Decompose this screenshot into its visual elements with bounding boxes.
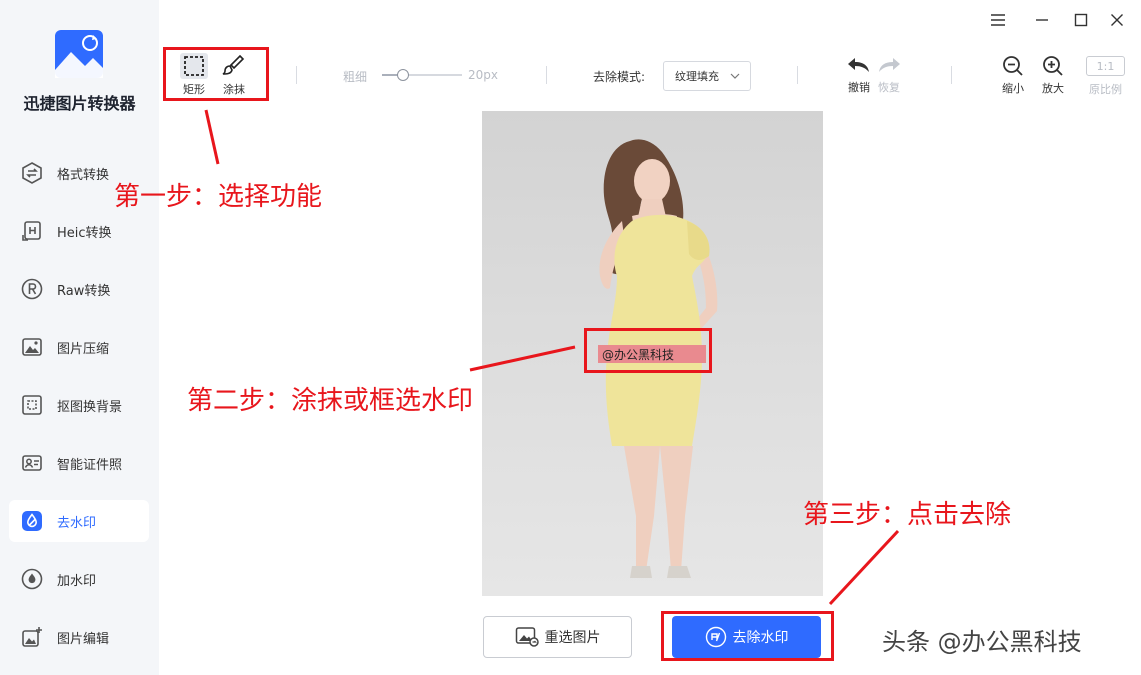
raw-icon: [19, 276, 45, 302]
removal-mode-label: 去除模式:: [593, 70, 646, 84]
ratio-icon: 1:1: [1086, 56, 1125, 76]
sidebar-item-label: 抠图换背景: [57, 399, 123, 415]
cutout-icon: [19, 392, 45, 418]
annotation-box-watermark: [584, 328, 712, 373]
remove-label: 去除水印: [732, 630, 789, 646]
original-ratio-button[interactable]: 1:1 原比例: [1086, 56, 1125, 97]
redo-icon: [879, 58, 900, 72]
annotation-box-tools: [163, 47, 269, 101]
maximize-button[interactable]: [1068, 8, 1094, 32]
source-watermark: 头条 @办公黑科技: [882, 628, 1082, 656]
add-watermark-icon: [19, 566, 45, 592]
menu-icon[interactable]: [985, 8, 1011, 32]
id-photo-icon: [19, 450, 45, 476]
redo-button[interactable]: 恢复: [876, 55, 902, 95]
sidebar-item-add-watermark[interactable]: 加水印: [9, 558, 149, 600]
zoom-in-button[interactable]: 放大: [1041, 54, 1065, 96]
sidebar-item-label: 图片压缩: [57, 341, 110, 357]
sidebar-item-label: 去水印: [57, 515, 97, 531]
undo-label: 撤销: [848, 81, 870, 94]
sidebar-item-label: 格式转换: [57, 167, 110, 183]
removal-mode-value: 纹理填充: [675, 70, 719, 83]
removal-mode-select[interactable]: 纹理填充: [663, 61, 751, 91]
compress-icon: [19, 334, 45, 360]
sidebar-item-label: 加水印: [57, 573, 97, 589]
toolbar-divider: [296, 66, 297, 84]
sidebar-item-label: Heic转换: [57, 225, 112, 241]
zoom-out-button[interactable]: 缩小: [1001, 54, 1025, 96]
undo-icon: [848, 58, 869, 72]
zoom-in-label: 放大: [1042, 82, 1064, 95]
edit-image-icon: [19, 624, 45, 650]
annotation-step2: 第二步：涂抹或框选水印: [187, 386, 474, 416]
reselect-image-button[interactable]: 重选图片: [483, 616, 632, 658]
zoom-out-icon: [1003, 56, 1023, 76]
slider-thumb[interactable]: [397, 69, 409, 81]
annotation-step1: 第一步：选择功能: [114, 182, 323, 212]
remove-watermark-icon: [705, 626, 726, 648]
minimize-button[interactable]: [1029, 8, 1055, 32]
remove-watermark-icon: [19, 508, 45, 534]
format-convert-icon: [19, 160, 45, 186]
toolbar-divider: [546, 66, 547, 84]
zoom-in-icon: [1043, 56, 1063, 76]
sidebar-item-label: 智能证件照: [57, 457, 123, 473]
image-reselect-icon: [515, 627, 539, 647]
brush-size-slider[interactable]: [382, 68, 462, 82]
sidebar-item-label: Raw转换: [57, 283, 111, 299]
remove-watermark-button[interactable]: 去除水印: [672, 616, 821, 658]
reselect-label: 重选图片: [544, 630, 601, 646]
brush-size-label: 粗细: [343, 70, 368, 84]
slider-fill: [382, 74, 398, 76]
annotation-step3: 第三步：点击去除: [803, 500, 1012, 530]
zoom-out-label: 缩小: [1002, 82, 1024, 95]
toolbar-divider: [951, 66, 952, 84]
heic-icon: [19, 218, 45, 244]
sidebar-item-label: 图片编辑: [57, 631, 110, 647]
app-logo: [55, 30, 103, 78]
toolbar-divider: [797, 66, 798, 84]
sidebar-item-remove-watermark[interactable]: 去水印: [9, 500, 149, 542]
brush-size-value: 20px: [468, 68, 498, 82]
app-title: 迅捷图片转换器: [23, 94, 136, 113]
chevron-down-icon: [730, 73, 740, 79]
sidebar-item-heic[interactable]: Heic转换: [9, 210, 149, 252]
sidebar-item-edit-image[interactable]: 图片编辑: [9, 616, 149, 658]
redo-label: 恢复: [878, 81, 900, 94]
sidebar-item-cutout[interactable]: 抠图换背景: [9, 384, 149, 426]
sidebar-item-compress[interactable]: 图片压缩: [9, 326, 149, 368]
sidebar: 迅捷图片转换器 格式转换 Heic转换 Raw转换 图片压缩 抠图换背景 智能证: [0, 0, 159, 675]
sidebar-item-id-photo[interactable]: 智能证件照: [9, 442, 149, 484]
undo-button[interactable]: 撤销: [846, 55, 872, 95]
original-ratio-label: 原比例: [1089, 83, 1122, 96]
sidebar-item-raw[interactable]: Raw转换: [9, 268, 149, 310]
close-button[interactable]: [1104, 8, 1130, 32]
